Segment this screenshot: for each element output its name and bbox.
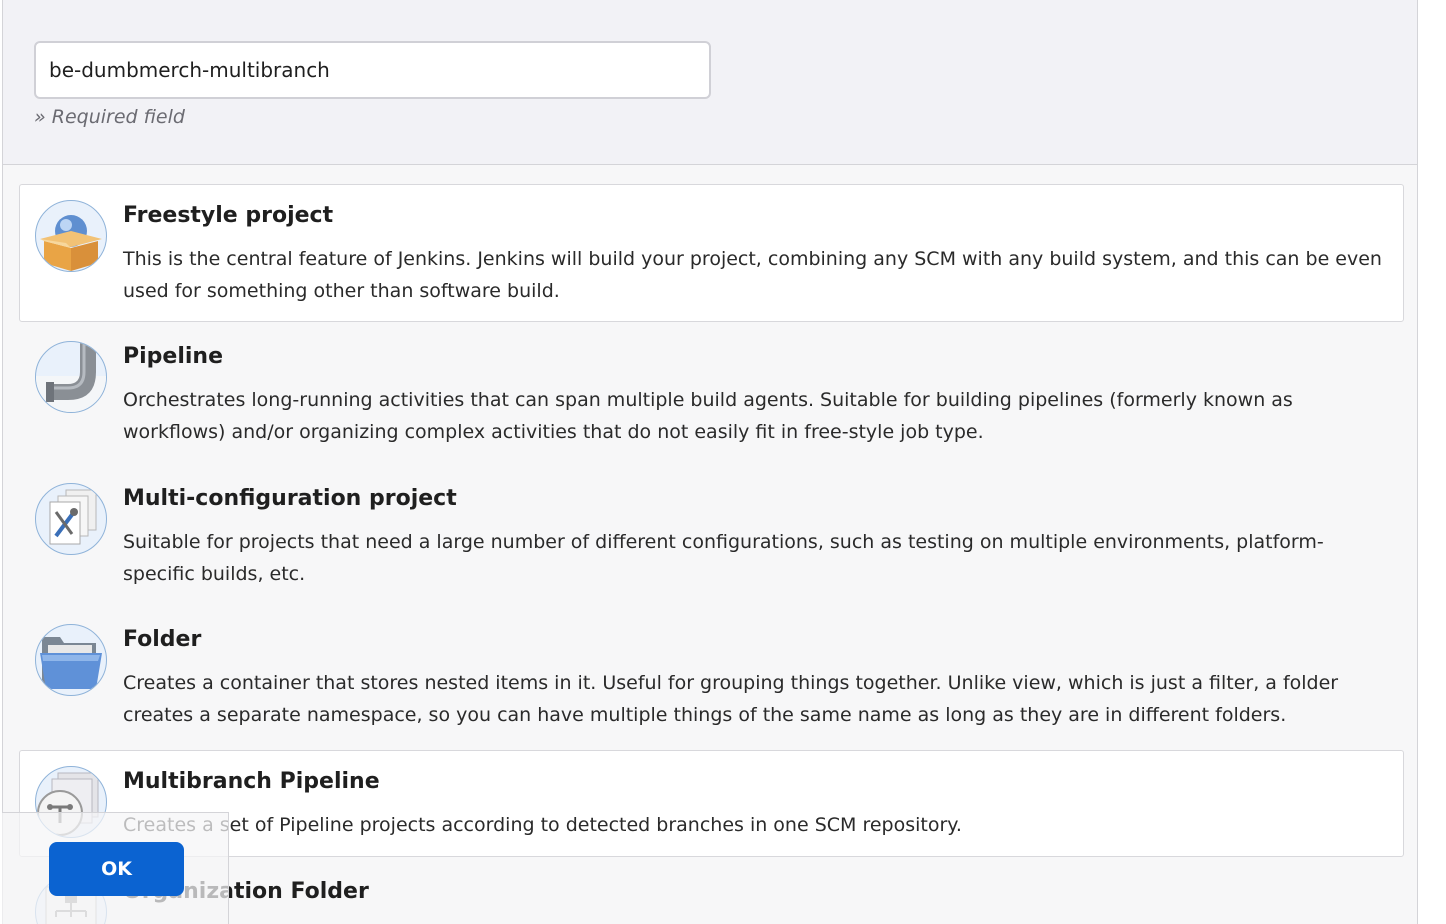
item-description: Creates a set of Pipeline projects accor… bbox=[123, 814, 962, 836]
item-title: Freestyle project bbox=[123, 203, 334, 228]
ok-button-bar: OK bbox=[2, 812, 229, 924]
item-title: Folder bbox=[123, 627, 202, 652]
item-type-pipeline[interactable]: Pipeline Orchestrates long-running activ… bbox=[19, 325, 1404, 463]
item-name-section: » Required field bbox=[3, 0, 1417, 165]
required-field-note: » Required field bbox=[34, 106, 185, 128]
item-name-input[interactable] bbox=[34, 41, 711, 99]
item-type-folder[interactable]: Folder Creates a container that stores n… bbox=[19, 608, 1404, 746]
ok-button[interactable]: OK bbox=[49, 842, 184, 896]
new-item-page: » Required field Freestyle project This … bbox=[2, 0, 1418, 924]
item-title: Multibranch Pipeline bbox=[123, 769, 380, 794]
item-description: Creates a container that stores nested i… bbox=[123, 672, 1339, 726]
folder-icon bbox=[35, 624, 107, 696]
item-type-multi-configuration-project[interactable]: Multi-configuration project Suitable for… bbox=[19, 467, 1404, 605]
freestyle-box-icon bbox=[35, 200, 107, 272]
item-title: Pipeline bbox=[123, 344, 223, 369]
multi-config-tools-icon bbox=[35, 483, 107, 555]
item-title: Multi-configuration project bbox=[123, 486, 457, 511]
item-description: Suitable for projects that need a large … bbox=[123, 531, 1324, 585]
item-description: Orchestrates long-running activities tha… bbox=[123, 389, 1293, 443]
pipe-icon bbox=[35, 341, 107, 413]
item-type-freestyle-project[interactable]: Freestyle project This is the central fe… bbox=[19, 184, 1404, 322]
item-description: This is the central feature of Jenkins. … bbox=[123, 248, 1382, 302]
